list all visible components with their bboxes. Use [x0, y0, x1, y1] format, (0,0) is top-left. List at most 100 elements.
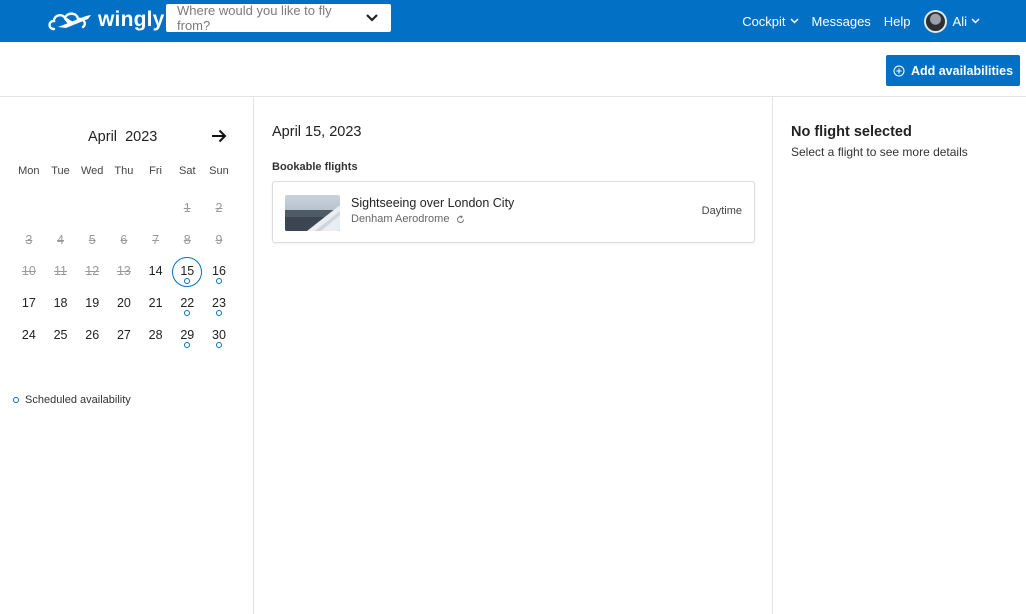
calendar-day[interactable]: 24: [13, 320, 45, 352]
user-menu[interactable]: Ali: [923, 9, 980, 33]
nav-help-label: Help: [883, 13, 911, 29]
calendar-day: 5: [76, 225, 108, 257]
calendar-day: 6: [108, 225, 140, 257]
availability-dot-icon: [216, 310, 223, 317]
calendar-blank: [108, 193, 140, 225]
calendar-day[interactable]: 28: [140, 320, 172, 352]
calendar-day-number: 29: [180, 327, 195, 342]
search-placeholder: Where would you like to fly from?: [177, 3, 332, 33]
flight-thumbnail: [285, 195, 340, 231]
bookable-flights-label: Bookable flights: [272, 161, 358, 173]
calendar-day-number: 14: [148, 264, 163, 279]
calendar-day[interactable]: 26: [76, 320, 108, 352]
calendar-day[interactable]: 29: [171, 320, 203, 352]
details-panel: No flight selected Select a flight to se…: [773, 97, 1026, 614]
calendar-day-number: 9: [215, 232, 223, 247]
calendar-day-number: 20: [116, 296, 131, 311]
calendar-day[interactable]: 19: [76, 288, 108, 320]
availability-dot-icon: [184, 310, 191, 317]
weekday-label: Mon: [18, 165, 40, 177]
next-month-arrow-icon[interactable]: [211, 129, 227, 148]
calendar-day-number: 19: [85, 296, 100, 311]
weekday-label: Thu: [114, 165, 134, 177]
calendar-day-number: 21: [148, 296, 163, 311]
calendar-weekdays: Mon Tue Wed Thu Fri Sat Sun: [13, 165, 235, 177]
calendar-day: 4: [45, 225, 77, 257]
details-title: No flight selected: [791, 124, 912, 140]
weekday-label: Sat: [179, 165, 196, 177]
weekday-label: Tue: [51, 165, 70, 177]
flight-card[interactable]: Sightseeing over London City Denham Aero…: [272, 181, 755, 243]
nav-cockpit-label: Cockpit: [742, 13, 786, 29]
calendar-day[interactable]: 21: [140, 288, 172, 320]
calendar-day-number: 13: [116, 264, 131, 279]
calendar-day-number: 11: [54, 264, 68, 279]
weekday-label: Fri: [149, 165, 162, 177]
calendar-blank: [45, 193, 77, 225]
calendar-blank: [76, 193, 108, 225]
weekday-label: Wed: [81, 165, 104, 177]
calendar-day[interactable]: 23: [203, 288, 235, 320]
wingly-logo[interactable]: wingly: [46, 5, 165, 35]
calendar-day[interactable]: 18: [45, 288, 77, 320]
calendar-day-number: 17: [21, 296, 36, 311]
calendar-day-number: 25: [53, 327, 68, 342]
calendar-day[interactable]: 16: [203, 256, 235, 288]
calendar-day: 10: [13, 256, 45, 288]
calendar-day-number: 24: [21, 327, 36, 342]
calendar-day: 2: [203, 193, 235, 225]
details-subtitle: Select a flight to see more details: [791, 145, 968, 159]
calendar-day[interactable]: 25: [45, 320, 77, 352]
nav-messages[interactable]: Messages: [812, 14, 871, 29]
calendar-day[interactable]: 20: [108, 288, 140, 320]
chevron-down-icon: [971, 18, 980, 24]
calendar-day-number: 12: [85, 264, 100, 279]
flight-time: Daytime: [701, 205, 742, 217]
calendar-day[interactable]: 22: [171, 288, 203, 320]
calendar-day: 12: [76, 256, 108, 288]
calendar-blank: [13, 193, 45, 225]
calendar-day-number: 30: [212, 327, 226, 342]
calendar-day: 13: [108, 256, 140, 288]
calendar-day-number: 5: [88, 232, 96, 247]
nav-cockpit[interactable]: Cockpit: [742, 13, 799, 29]
calendar-blank: [140, 193, 172, 225]
calendar-day-number: 8: [183, 232, 191, 247]
chevron-down-icon[interactable]: [359, 4, 385, 32]
calendar-day: 1: [171, 193, 203, 225]
calendar-header: April 2023: [0, 129, 254, 149]
plus-circle-icon: [893, 65, 905, 76]
calendar-day-selected[interactable]: 15: [171, 256, 203, 288]
calendar-day-number: 28: [148, 327, 163, 342]
add-availabilities-button[interactable]: Add availabilities: [886, 55, 1020, 86]
calendar-month: April 2023: [88, 129, 158, 145]
calendar-day-number: 6: [120, 232, 128, 247]
calendar-day: 3: [13, 225, 45, 257]
calendar-day-number: 23: [212, 296, 226, 311]
availability-dot-icon: [13, 397, 19, 403]
availability-dot-icon: [184, 341, 191, 348]
cloud-plane-icon: [48, 12, 91, 31]
availability-dot-icon: [216, 341, 223, 348]
airfield-label: Denham Aerodrome: [351, 213, 450, 225]
calendar-panel: April 2023 Mon Tue Wed Thu Fri Sat Sun 1234567…: [0, 97, 254, 614]
calendar-legend: Scheduled availability: [13, 394, 131, 406]
toolbar: Add availabilities: [0, 42, 1026, 97]
calendar-day[interactable]: 27: [108, 320, 140, 352]
user-name: Ali: [952, 13, 967, 29]
add-availabilities-label: Add availabilities: [910, 63, 1014, 78]
calendar-day-number: 10: [21, 264, 36, 279]
calendar-day[interactable]: 30: [203, 320, 235, 352]
brand-name: wingly: [98, 8, 165, 31]
calendar-day[interactable]: 17: [13, 288, 45, 320]
nav-help[interactable]: Help: [884, 14, 911, 29]
nav-menu: Cockpit Messages Help Ali: [742, 0, 1026, 42]
flight-airfield: Denham Aerodrome: [351, 213, 465, 225]
departure-search[interactable]: Where would you like to fly from?: [166, 3, 391, 33]
calendar-day-number: 22: [180, 296, 195, 311]
recurring-icon: [457, 214, 465, 223]
calendar-day: 11: [45, 256, 77, 288]
calendar-day-number: 18: [53, 296, 68, 311]
calendar-day[interactable]: 14: [140, 256, 172, 288]
calendar-day-number: 16: [212, 264, 226, 279]
